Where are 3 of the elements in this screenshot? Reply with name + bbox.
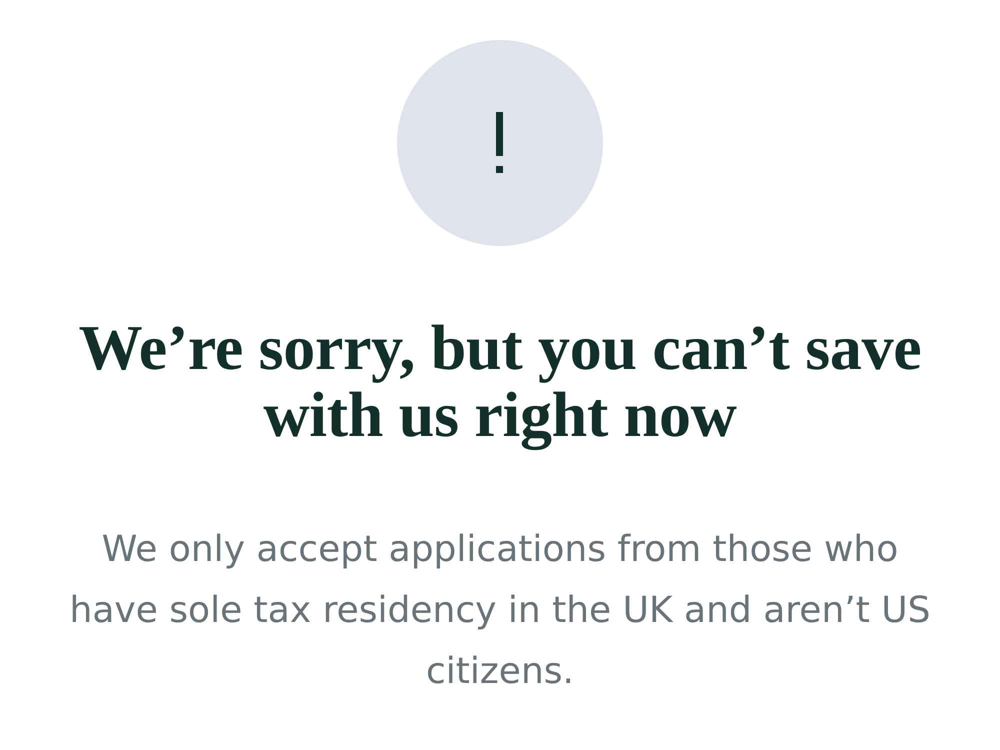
- error-message: We only accept applications from those who have sole tax residency in the UK and aren’t US citizens.: [68, 528, 932, 694]
- error-heading: We’re sorry, but you can’t save with us right now: [78, 314, 922, 448]
- exclamation-icon: [397, 40, 603, 246]
